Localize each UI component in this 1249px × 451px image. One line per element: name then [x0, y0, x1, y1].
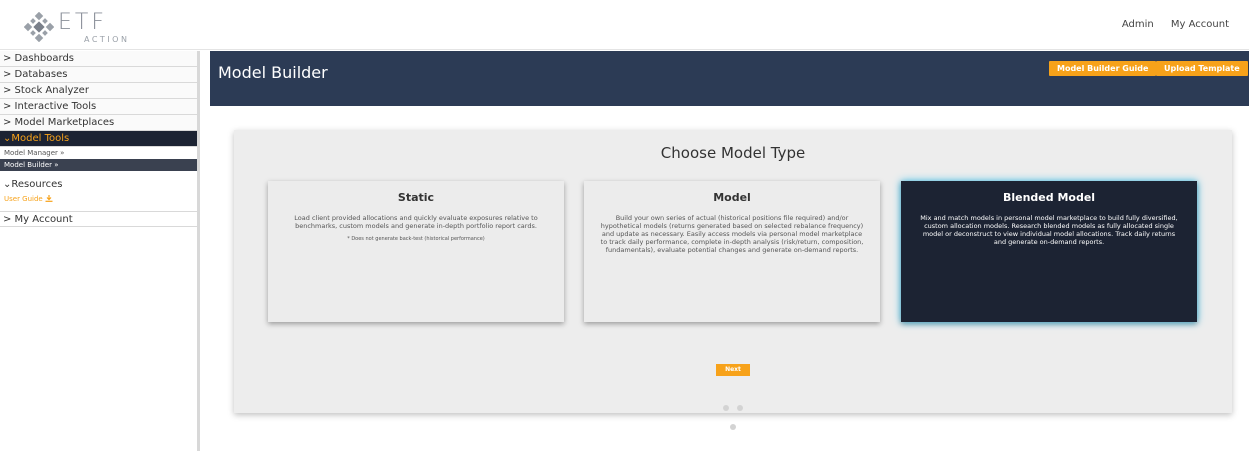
sidebar: > Dashboards > Databases > Stock Analyze…	[0, 51, 200, 451]
card-description: Build your own series of actual (histori…	[600, 214, 864, 254]
step-dot	[723, 405, 730, 411]
diamond-logo-icon	[24, 12, 54, 42]
sidebar-sub-model-builder[interactable]: Model Builder »	[0, 159, 197, 171]
logo-wordmark: ETF	[58, 10, 107, 35]
sidebar-item-dashboards[interactable]: > Dashboards	[0, 51, 197, 67]
sidebar-item-my-account[interactable]: > My Account	[0, 211, 197, 227]
static-model-card[interactable]: Static Load client provided allocations …	[268, 181, 564, 322]
top-links: Admin My Account	[1108, 19, 1229, 30]
logo[interactable]: ETF ACTION	[24, 8, 134, 44]
step-indicator	[716, 396, 750, 434]
my-account-link[interactable]: My Account	[1171, 19, 1229, 30]
model-builder-guide-button[interactable]: Model Builder Guide	[1049, 61, 1157, 76]
sidebar-item-model-marketplaces[interactable]: > Model Marketplaces	[0, 115, 197, 131]
choose-model-type-heading: Choose Model Type	[660, 144, 806, 162]
sidebar-sub-user-guide[interactable]: User Guide	[0, 193, 197, 205]
top-bar: ETF ACTION Admin My Account	[0, 0, 1249, 50]
card-title: Blended Model	[1002, 191, 1096, 204]
card-description: Mix and match models in personal model m…	[920, 214, 1178, 246]
card-title: Model	[713, 191, 751, 204]
blended-model-card[interactable]: Blended Model Mix and match models in pe…	[901, 181, 1197, 322]
upload-template-button[interactable]: Upload Template	[1156, 61, 1248, 76]
admin-link[interactable]: Admin	[1122, 19, 1154, 30]
sidebar-item-interactive-tools[interactable]: > Interactive Tools	[0, 99, 197, 115]
card-description: Load client provided allocations and qui…	[294, 214, 538, 230]
sidebar-item-model-tools[interactable]: ⌄Model Tools	[0, 131, 197, 147]
sidebar-item-stock-analyzer[interactable]: > Stock Analyzer	[0, 83, 197, 99]
logo-tagline: ACTION	[84, 35, 130, 44]
sidebar-sub-model-manager[interactable]: Model Manager »	[0, 147, 197, 159]
step-dot	[736, 405, 743, 411]
card-note: * Does not generate back-test (historica…	[347, 236, 485, 242]
sidebar-item-databases[interactable]: > Databases	[0, 67, 197, 83]
step-dot	[730, 424, 736, 430]
next-button[interactable]: Next	[716, 364, 750, 376]
model-card[interactable]: Model Build your own series of actual (h…	[584, 181, 880, 322]
card-title: Static	[397, 191, 435, 204]
page-title: Model Builder	[218, 63, 328, 82]
model-type-panel: Choose Model Type Static Load client pro…	[234, 130, 1232, 430]
user-guide-label: User Guide	[4, 195, 43, 203]
download-icon	[45, 195, 53, 202]
sidebar-item-resources[interactable]: ⌄Resources	[0, 177, 197, 193]
page-header: Model Builder Model Builder Guide Upload…	[210, 51, 1249, 106]
